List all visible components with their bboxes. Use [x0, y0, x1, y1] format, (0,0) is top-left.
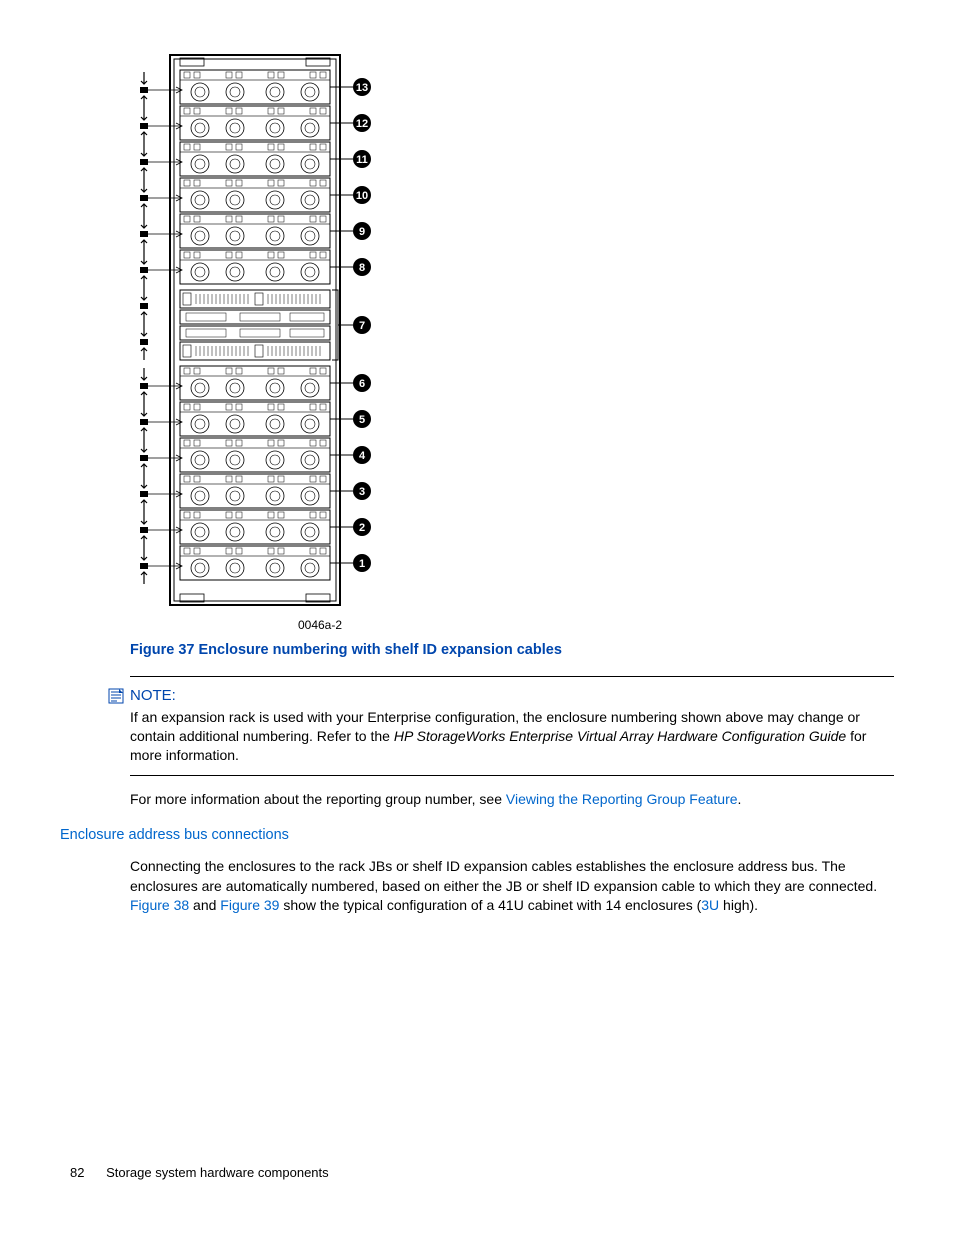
- section-heading-enclosure-address-bus: Enclosure address bus connections: [60, 827, 894, 843]
- note-label: NOTE:: [130, 687, 176, 704]
- callout-7: 7: [359, 320, 365, 332]
- para1-text: For more information about the reporting…: [130, 791, 506, 807]
- callout-2: 2: [359, 522, 365, 534]
- figure-caption: Figure 37 Enclosure numbering with shelf…: [130, 642, 894, 658]
- callout-3: 3: [359, 486, 365, 498]
- callout-5: 5: [359, 414, 365, 426]
- sec-t4: high).: [719, 897, 758, 913]
- callout-10: 10: [356, 190, 368, 202]
- paragraph-address-bus: Connecting the enclosures to the rack JB…: [130, 857, 894, 916]
- link-viewing-reporting-group[interactable]: Viewing the Reporting Group Feature: [506, 791, 738, 807]
- callout-6: 6: [359, 378, 365, 390]
- figure-reference-code: 0046a-2: [190, 618, 450, 632]
- callout-8: 8: [359, 262, 365, 274]
- page-footer: 82 Storage system hardware components: [70, 1165, 329, 1180]
- callout-13: 13: [356, 82, 368, 94]
- callout-4: 4: [359, 450, 366, 462]
- para1-end: .: [738, 791, 742, 807]
- note-block: NOTE: If an expansion rack is used with …: [130, 687, 894, 765]
- paragraph-reporting-group: For more information about the reporting…: [130, 790, 894, 810]
- callout-12: 12: [356, 118, 368, 130]
- note-icon: [108, 688, 124, 704]
- rack-diagram-svg: 13 12 11 10 9 8 7 6 5 4 3 2 1: [130, 50, 410, 610]
- callout-1: 1: [359, 558, 365, 570]
- footer-title: Storage system hardware components: [106, 1165, 329, 1180]
- note-body: If an expansion rack is used with your E…: [130, 708, 894, 765]
- callout-9: 9: [359, 226, 365, 238]
- link-3u[interactable]: 3U: [701, 897, 719, 913]
- link-figure-38[interactable]: Figure 38: [130, 897, 189, 913]
- sec-t2: and: [189, 897, 220, 913]
- note-divider-top: [130, 676, 894, 677]
- page-number: 82: [70, 1165, 84, 1180]
- sec-t1: Connecting the enclosures to the rack JB…: [130, 858, 877, 894]
- figure-diagram: 13 12 11 10 9 8 7 6 5 4 3 2 1: [130, 50, 894, 610]
- sec-t3: show the typical configuration of a 41U …: [279, 897, 701, 913]
- note-divider-bottom: [130, 775, 894, 776]
- callout-11: 11: [356, 154, 368, 166]
- link-figure-39[interactable]: Figure 39: [220, 897, 279, 913]
- note-text-italic: HP StorageWorks Enterprise Virtual Array…: [394, 728, 846, 744]
